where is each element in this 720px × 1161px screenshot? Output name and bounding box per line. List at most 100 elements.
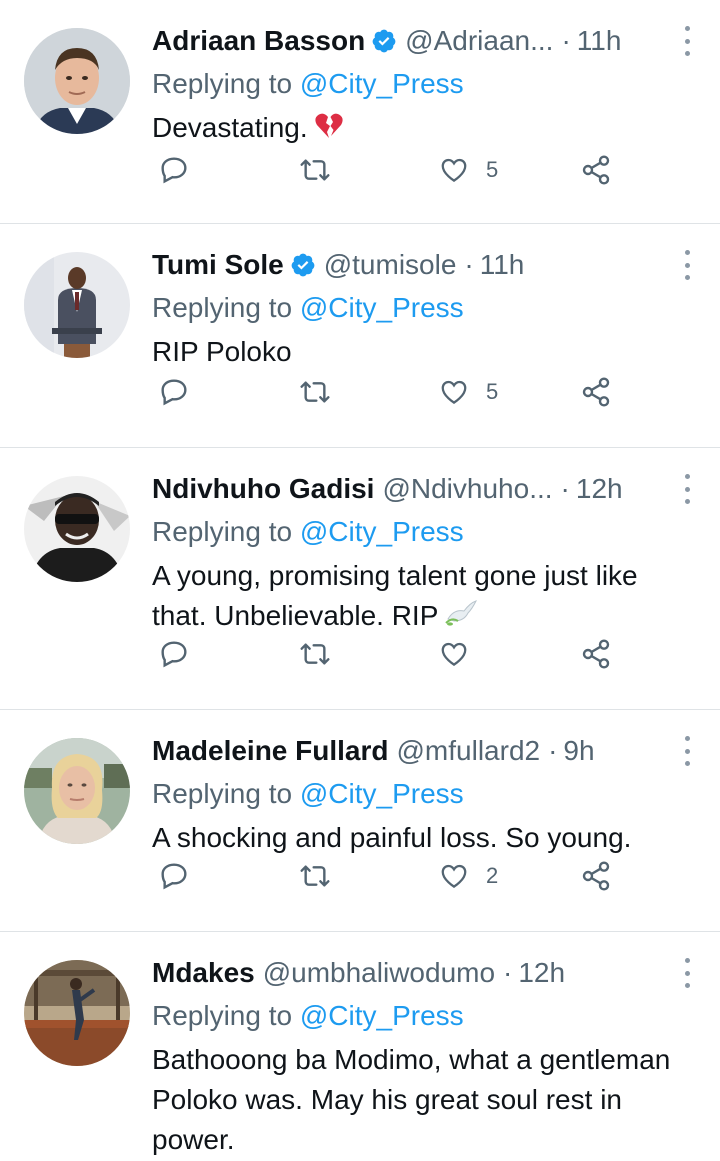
verified-badge-icon <box>372 29 396 53</box>
share-button[interactable] <box>580 154 612 186</box>
timestamp[interactable]: 12h <box>518 954 565 992</box>
more-options-icon[interactable] <box>682 958 692 988</box>
timestamp[interactable]: 11h <box>480 246 525 284</box>
replying-to: Replying to @City_Press <box>152 774 672 814</box>
tweet-text-content: RIP Poloko <box>152 336 292 367</box>
author-name[interactable]: Madeleine Fullard <box>152 732 389 770</box>
share-icon <box>582 155 610 185</box>
tweet-text-content: A shocking and painful loss. So young. <box>152 822 632 853</box>
author-handle[interactable]: @mfullard2 <box>397 732 541 770</box>
avatar[interactable] <box>24 28 130 134</box>
like-button[interactable]: 5 <box>438 377 498 407</box>
timestamp[interactable]: 12h <box>576 470 623 508</box>
replying-to: Replying to @City_Press <box>152 64 672 104</box>
mention-link[interactable]: @City_Press <box>300 292 464 323</box>
tweet-card[interactable]: Mdakes @umbhaliwodumo · 12h Replying to … <box>0 932 720 1161</box>
separator-dot: · <box>464 249 474 280</box>
like-button[interactable]: 2 <box>438 861 498 891</box>
more-options-icon[interactable] <box>682 250 692 280</box>
more-options-icon[interactable] <box>682 474 692 504</box>
share-icon <box>582 639 610 669</box>
reply-button[interactable] <box>158 638 190 670</box>
tweet-text: Devastating. <box>152 108 672 148</box>
avatar[interactable] <box>24 476 130 582</box>
retweet-icon <box>300 643 330 665</box>
more-options-icon[interactable] <box>682 26 692 56</box>
share-button[interactable] <box>580 638 612 670</box>
broken-heart-icon <box>315 113 343 138</box>
more-options-icon[interactable] <box>682 736 692 766</box>
share-button[interactable] <box>580 376 612 408</box>
author-handle[interactable]: @Adriaan... <box>405 22 553 60</box>
tweet-text: A young, promising talent gone just like… <box>152 556 672 636</box>
reply-icon <box>161 379 187 406</box>
retweet-button[interactable] <box>298 376 332 408</box>
reply-icon <box>161 863 187 890</box>
tweet-text: Bathooong ba Modimo, what a gentleman Po… <box>152 1040 672 1160</box>
share-icon <box>582 377 610 407</box>
reply-icon <box>161 157 187 184</box>
dove-icon <box>445 600 478 626</box>
separator-dot: · <box>561 25 571 56</box>
replying-to: Replying to @City_Press <box>152 512 672 552</box>
tweet-text: A shocking and painful loss. So young. <box>152 818 672 858</box>
mention-link[interactable]: @City_Press <box>300 778 464 809</box>
author-handle[interactable]: @tumisole <box>324 246 457 284</box>
reply-button[interactable] <box>158 154 190 186</box>
tweet-card[interactable]: Ndivhuho Gadisi @Ndivhuho... · 12h Reply… <box>0 448 720 710</box>
replying-to-label: Replying to <box>152 1000 300 1031</box>
like-count: 5 <box>486 157 499 182</box>
reply-button[interactable] <box>158 860 190 892</box>
mention-link[interactable]: @City_Press <box>300 516 464 547</box>
replying-to-label: Replying to <box>152 292 300 323</box>
tweet-card[interactable]: Tumi Sole @tumisole · 11h Replying to @C… <box>0 224 720 448</box>
timestamp[interactable]: 9h <box>563 732 594 770</box>
share-icon <box>582 861 610 891</box>
like-count: 5 <box>486 379 499 404</box>
author-handle[interactable]: @Ndivhuho... <box>382 470 552 508</box>
author-name[interactable]: Tumi Sole <box>152 246 284 284</box>
reply-feed: Adriaan Basson @Adriaan... · 11h Replyin… <box>0 0 720 1161</box>
avatar[interactable] <box>24 960 130 1066</box>
verified-badge-icon <box>291 253 315 277</box>
heart-icon <box>441 380 467 404</box>
tweet-text: RIP Poloko <box>152 332 672 372</box>
replying-to: Replying to @City_Press <box>152 996 672 1036</box>
replying-to-label: Replying to <box>152 68 300 99</box>
tweet-card[interactable]: Madeleine Fullard @mfullard2 · 9h Replyi… <box>0 710 720 932</box>
author-name[interactable]: Adriaan Basson <box>152 22 365 60</box>
tweet-text-content: A young, promising talent gone just like… <box>152 560 638 631</box>
retweet-icon <box>300 159 330 181</box>
retweet-button[interactable] <box>298 860 332 892</box>
retweet-button[interactable] <box>298 154 332 186</box>
mention-link[interactable]: @City_Press <box>300 1000 464 1031</box>
like-button[interactable] <box>438 639 486 669</box>
heart-icon <box>441 864 467 888</box>
separator-dot: · <box>548 735 558 766</box>
author-name[interactable]: Ndivhuho Gadisi <box>152 470 374 508</box>
author-handle[interactable]: @umbhaliwodumo <box>263 954 495 992</box>
separator-dot: · <box>560 473 570 504</box>
author-name[interactable]: Mdakes <box>152 954 255 992</box>
like-button[interactable]: 5 <box>438 155 498 185</box>
separator-dot: · <box>503 957 513 988</box>
tweet-text-content: Bathooong ba Modimo, what a gentleman Po… <box>152 1044 671 1155</box>
share-button[interactable] <box>580 860 612 892</box>
retweet-button[interactable] <box>298 638 332 670</box>
heart-icon <box>441 158 467 182</box>
avatar[interactable] <box>24 738 130 844</box>
like-count: 2 <box>486 863 499 888</box>
timestamp[interactable]: 11h <box>577 22 622 60</box>
retweet-icon <box>300 381 330 403</box>
heart-icon <box>441 642 467 666</box>
retweet-icon <box>300 865 330 887</box>
avatar[interactable] <box>24 252 130 358</box>
reply-button[interactable] <box>158 376 190 408</box>
replying-to-label: Replying to <box>152 516 300 547</box>
tweet-text-content: Devastating. <box>152 112 308 143</box>
tweet-card[interactable]: Adriaan Basson @Adriaan... · 11h Replyin… <box>0 0 720 224</box>
mention-link[interactable]: @City_Press <box>300 68 464 99</box>
replying-to-label: Replying to <box>152 778 300 809</box>
replying-to: Replying to @City_Press <box>152 288 672 328</box>
reply-icon <box>161 641 187 668</box>
